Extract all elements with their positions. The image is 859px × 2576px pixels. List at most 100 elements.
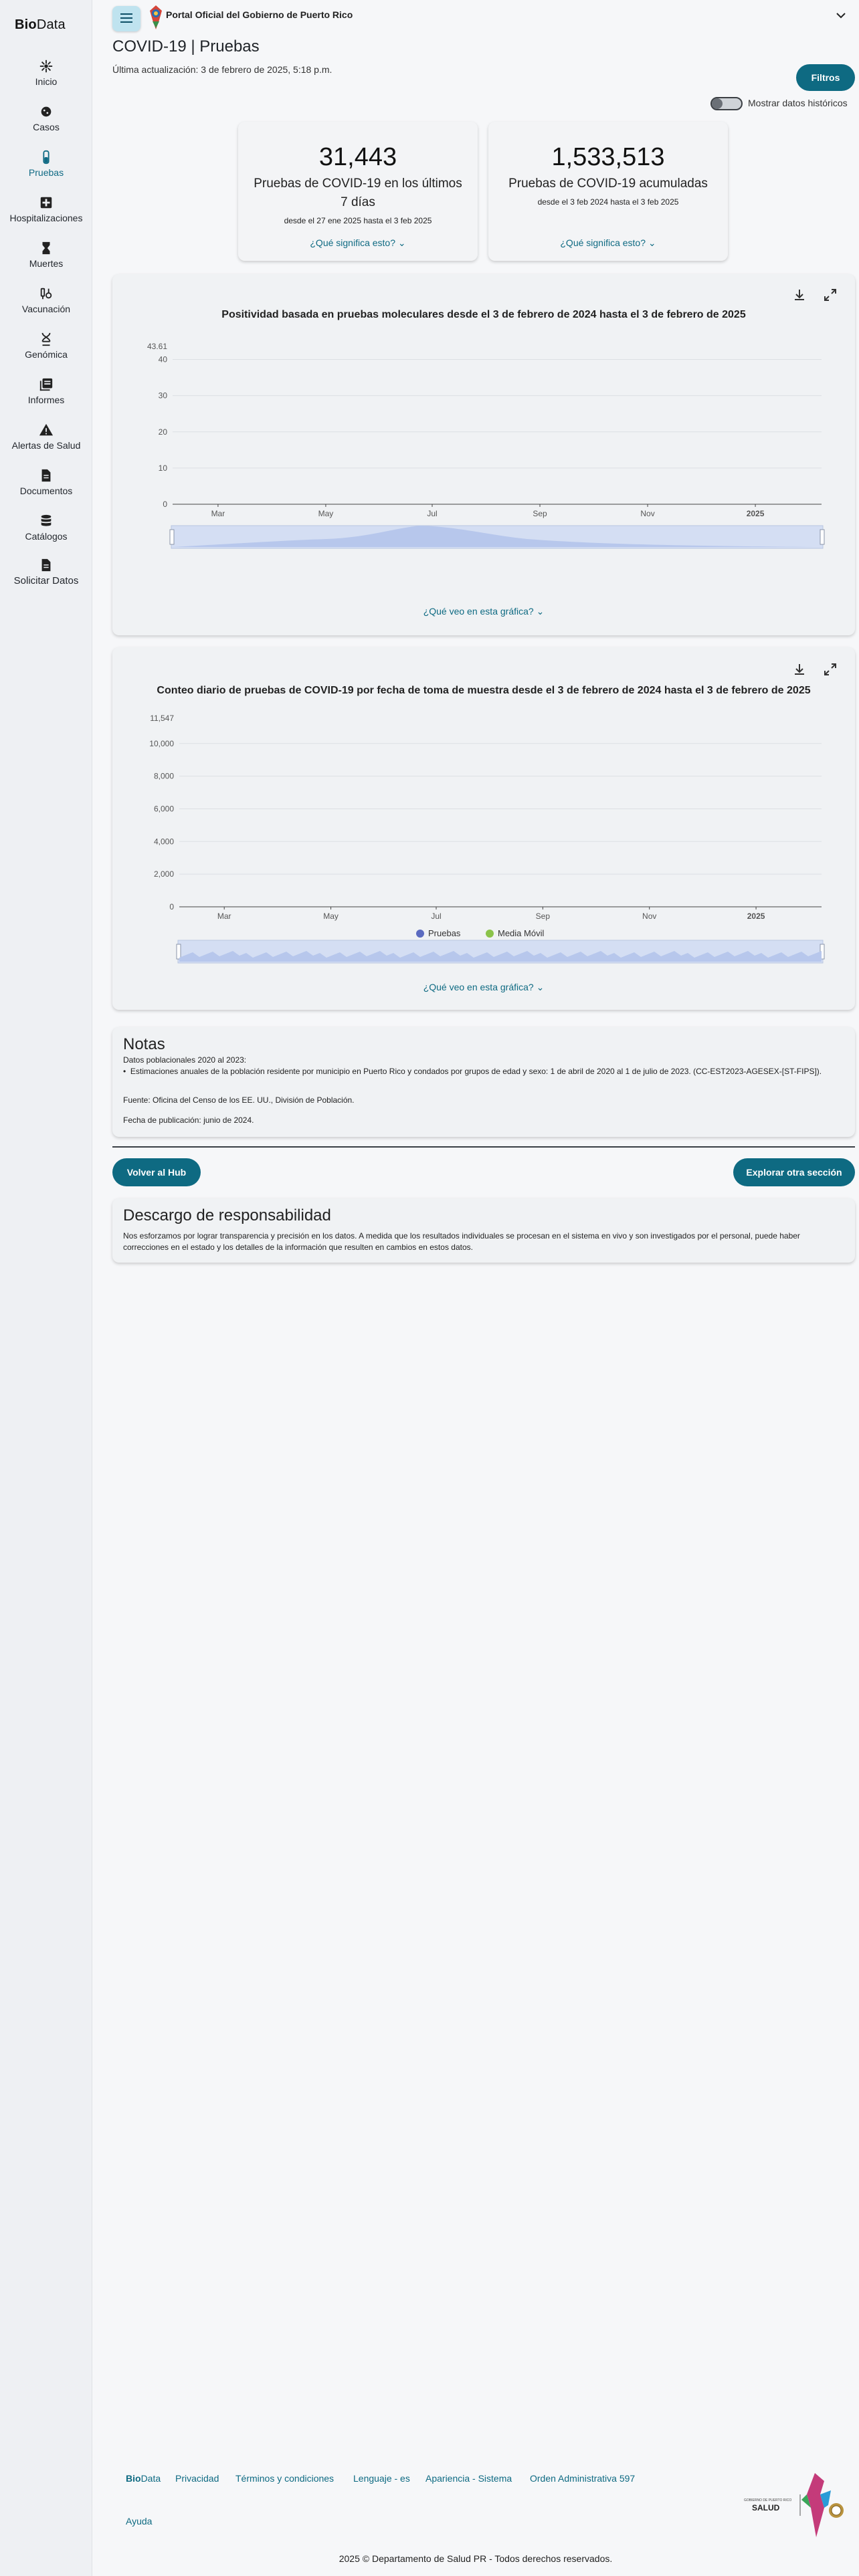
toggle-knob bbox=[712, 98, 723, 109]
kpi-range: desde el 27 ene 2025 hasta el 3 feb 2025 bbox=[284, 216, 432, 225]
legend-item-media-movil[interactable]: Media Móvil bbox=[486, 928, 544, 938]
explore-section-button[interactable]: Explorar otra sección bbox=[733, 1158, 855, 1186]
x-tick-label: 2025 bbox=[747, 911, 765, 921]
puerto-rico-seal-icon bbox=[150, 5, 162, 29]
what-does-this-mean-link[interactable]: ¿Qué significa esto? ⌄ bbox=[488, 237, 728, 249]
y-max-label: 11,547 bbox=[150, 714, 174, 723]
disclaimer-card: Descargo de responsabilidad Nos esforzam… bbox=[112, 1198, 855, 1263]
copyright: 2025 © Departamento de Salud PR - Todos … bbox=[339, 2553, 613, 2564]
hourglass-icon bbox=[42, 241, 50, 255]
warning-icon bbox=[39, 423, 54, 436]
what-does-this-mean-link[interactable]: ¿Qué significa esto? ⌄ bbox=[238, 237, 478, 249]
request-document-icon bbox=[41, 558, 51, 572]
notes-bullet: • Estimaciones anuales de la población r… bbox=[123, 1067, 822, 1076]
positivity-chart-card: Positividad basada en pruebas moleculare… bbox=[112, 274, 855, 635]
notes-source: Fuente: Oficina del Censo de los EE. UU.… bbox=[123, 1095, 355, 1105]
kpi-range: desde el 3 feb 2024 hasta el 3 feb 2025 bbox=[537, 197, 679, 207]
historical-toggle-label: Mostrar datos históricos bbox=[748, 98, 848, 108]
x-tick-label: Jul bbox=[431, 911, 441, 921]
last-updated: Última actualización: 3 de febrero de 20… bbox=[112, 64, 332, 75]
vaccine-icon bbox=[40, 288, 52, 300]
library-icon bbox=[39, 378, 53, 391]
kpi-label: Pruebas de COVID-19 en los últimos 7 día… bbox=[254, 177, 462, 209]
y-tick-label: 0 bbox=[163, 500, 167, 509]
gov-portal-text[interactable]: Portal Oficial del Gobierno de Puerto Ri… bbox=[166, 9, 353, 20]
chart-title: Conteo diario de pruebas de COVID-19 por… bbox=[157, 685, 811, 696]
sidebar-item-genomica[interactable]: Genómica bbox=[0, 332, 92, 360]
y-tick-label: 6,000 bbox=[154, 804, 174, 813]
positivity-chart[interactable]: 0 10 20 30 40 43.61 Mar May Jul Sep Nov 2025 bbox=[112, 328, 855, 595]
x-tick-label: May bbox=[323, 911, 339, 921]
daily-tests-chart[interactable]: 0 2,000 4,000 6,000 8,000 10,000 11,547 Mar May J… bbox=[112, 702, 855, 978]
sidebar-item-casos[interactable]: Casos bbox=[0, 104, 92, 132]
kpi-label: Pruebas de COVID-19 acumuladas bbox=[508, 177, 708, 191]
daily-tests-chart-card: Conteo diario de pruebas de COVID-19 por… bbox=[112, 647, 855, 1010]
legend-dot bbox=[416, 930, 424, 938]
x-tick-label: Sep bbox=[533, 509, 547, 518]
y-tick-label: 30 bbox=[159, 391, 168, 401]
sidebar-item-pruebas[interactable]: Pruebas bbox=[0, 150, 92, 178]
sidebar-item-solicitar-datos[interactable]: Solicitar Datos bbox=[0, 558, 92, 586]
download-icon[interactable] bbox=[792, 662, 807, 677]
footer-brand[interactable]: BioData bbox=[126, 2473, 161, 2484]
what-do-i-see-link[interactable]: ¿Qué veo en esta gráfica? ⌄ bbox=[112, 982, 855, 993]
y-max-label: 43.61 bbox=[147, 342, 167, 351]
download-icon[interactable] bbox=[792, 288, 807, 302]
page-title: COVID-19 | Pruebas bbox=[112, 37, 260, 56]
brand-logo[interactable]: BioData bbox=[15, 17, 66, 33]
document-icon bbox=[41, 469, 51, 482]
y-tick-label: 10 bbox=[159, 463, 168, 473]
y-tick-label: 40 bbox=[159, 355, 168, 364]
disclaimer-text: Nos esforzamos por lograr transparencia … bbox=[123, 1231, 800, 1252]
footer-link-terms[interactable]: Términos y condiciones bbox=[235, 2473, 334, 2484]
y-tick-label: 0 bbox=[169, 902, 174, 911]
virus-icon bbox=[39, 60, 53, 73]
footer-link-admin-order[interactable]: Orden Administrativa 597 bbox=[530, 2473, 635, 2484]
sidebar-item-catalogos[interactable]: Catálogos bbox=[0, 514, 92, 542]
chevron-down-icon: ⌄ bbox=[397, 237, 406, 248]
sidebar-item-alertas[interactable]: Alertas de Salud bbox=[0, 423, 92, 451]
divider bbox=[112, 1146, 855, 1148]
sidebar-item-muertes[interactable]: Muertes bbox=[0, 241, 92, 269]
historical-toggle[interactable] bbox=[709, 94, 744, 114]
footer-link-language[interactable]: Lenguaje - es bbox=[353, 2473, 410, 2484]
menu-button[interactable] bbox=[112, 6, 140, 31]
svg-text:GOBIERNO DE PUERTO RICO: GOBIERNO DE PUERTO RICO bbox=[744, 2498, 791, 2502]
legend-item-pruebas[interactable]: Pruebas bbox=[416, 928, 460, 938]
sidebar-item-inicio[interactable]: Inicio bbox=[0, 59, 92, 87]
fullscreen-icon[interactable] bbox=[823, 662, 838, 677]
x-tick-label: 2025 bbox=[747, 509, 765, 518]
fullscreen-icon[interactable] bbox=[823, 288, 838, 302]
database-icon bbox=[41, 514, 52, 526]
salud-logo: GOBIERNO DE PUERTO RICO SALUD bbox=[744, 2473, 844, 2537]
disclaimer-title: Descargo de responsabilidad bbox=[123, 1206, 331, 1224]
chevron-down-icon[interactable] bbox=[835, 9, 847, 21]
back-to-hub-button[interactable]: Volver al Hub bbox=[112, 1158, 201, 1186]
y-tick-label: 20 bbox=[159, 427, 168, 437]
sidebar-item-informes[interactable]: Informes bbox=[0, 377, 92, 405]
footer-link-help[interactable]: Ayuda bbox=[126, 2516, 152, 2527]
sidebar: BioData Inicio Casos Pruebas Hospitaliza… bbox=[0, 0, 92, 2576]
kpi-value: 1,533,513 bbox=[551, 143, 665, 171]
notes-published: Fecha de publicación: junio de 2024. bbox=[123, 1115, 254, 1125]
chart-title: Positividad basada en pruebas moleculare… bbox=[221, 309, 746, 320]
hamburger-icon bbox=[120, 13, 132, 23]
chevron-down-icon: ⌄ bbox=[536, 606, 545, 617]
legend-dot bbox=[486, 930, 494, 938]
svg-text:SALUD: SALUD bbox=[752, 2503, 780, 2512]
x-tick-label: Sep bbox=[536, 911, 551, 921]
hospital-icon bbox=[40, 197, 52, 209]
sidebar-item-vacunacion[interactable]: Vacunación bbox=[0, 286, 92, 314]
range-slider-handle-left bbox=[176, 944, 181, 960]
sidebar-item-documentos[interactable]: Documentos bbox=[0, 468, 92, 496]
range-slider-handle-left bbox=[169, 529, 175, 545]
x-tick-label: May bbox=[318, 509, 334, 518]
what-do-i-see-link[interactable]: ¿Qué veo en esta gráfica? ⌄ bbox=[112, 606, 855, 617]
x-tick-label: Jul bbox=[427, 509, 437, 518]
footer-link-appearance[interactable]: Apariencia - Sistema bbox=[425, 2473, 512, 2484]
sidebar-item-hospitalizaciones[interactable]: Hospitalizaciones bbox=[0, 195, 92, 223]
test-tube-icon bbox=[43, 150, 50, 165]
filters-button[interactable]: Filtros bbox=[796, 64, 855, 91]
footer-link-privacy[interactable]: Privacidad bbox=[175, 2473, 219, 2484]
y-tick-label: 8,000 bbox=[154, 772, 174, 781]
